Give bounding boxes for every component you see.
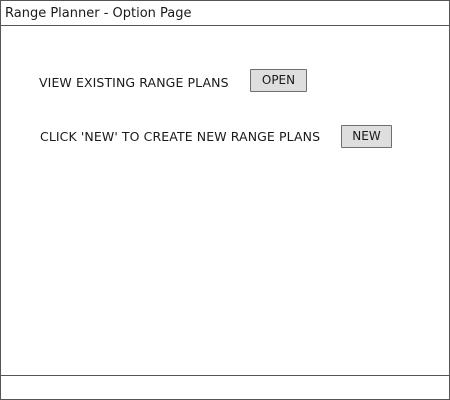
new-button[interactable]: NEW [341,125,392,148]
status-bar [1,375,449,400]
title-bar: Range Planner - Option Page [1,1,449,26]
window-title: Range Planner - Option Page [5,6,192,21]
view-existing-label: VIEW EXISTING RANGE PLANS [39,75,229,90]
open-button[interactable]: OPEN [250,69,307,92]
option-panel: VIEW EXISTING RANGE PLANS OPEN CLICK 'NE… [1,26,449,375]
app-window: Range Planner - Option Page VIEW EXISTIN… [0,0,450,400]
create-new-label: CLICK 'NEW' TO CREATE NEW RANGE PLANS [40,129,321,144]
